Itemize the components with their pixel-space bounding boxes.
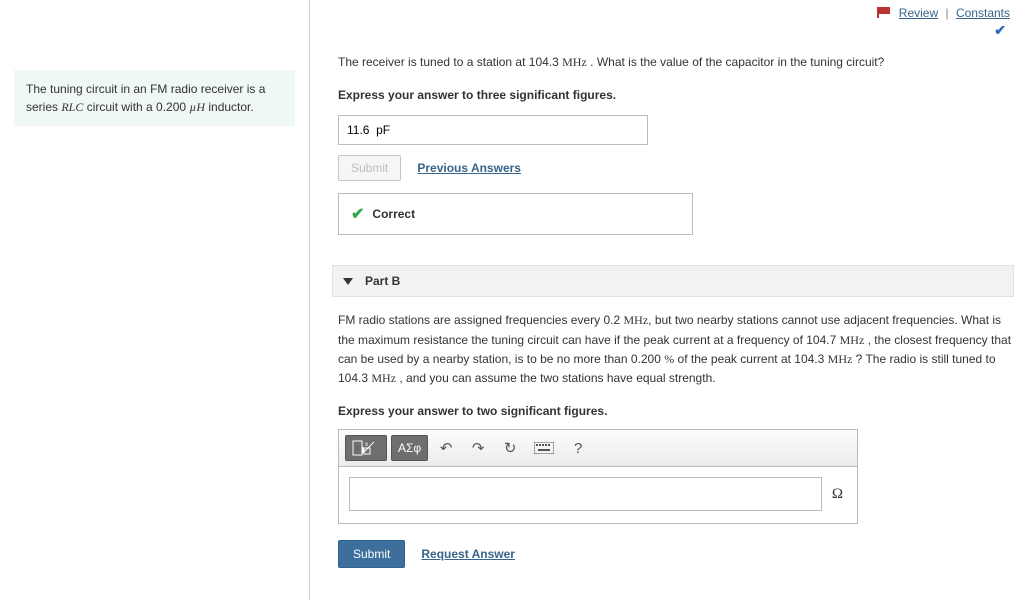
feedback-box: ✔ Correct [338,193,693,235]
partB-q6: , and you can assume the two stations ha… [396,371,716,385]
mhz3: MHz [828,352,853,366]
pct: % [664,352,674,366]
partB-title: Part B [365,274,400,288]
review-link[interactable]: Review [899,6,938,20]
feedback-text: Correct [372,207,415,221]
submit-button-disabled: Submit [338,155,401,181]
separator: | [946,6,949,20]
intro-b: circuit with a 0.200 [83,100,189,114]
help-icon[interactable]: ? [564,435,592,461]
intro-rlc: RLC [61,100,83,114]
mhz2: MHz [840,333,865,347]
intro-text: The tuning circuit in an FM radio receiv… [14,70,295,126]
partA-mhz: MHz [562,55,587,69]
partB-button-row: Submit Request Answer [338,540,1014,568]
redo-icon[interactable]: ↷ [464,435,492,461]
undo-icon[interactable]: ↶ [432,435,460,461]
reset-icon[interactable]: ↻ [496,435,524,461]
previous-answers-link[interactable]: Previous Answers [417,161,521,175]
partB-instruction: Express your answer to two significant f… [338,402,1014,421]
request-answer-link[interactable]: Request Answer [421,547,515,561]
equation-body: Ω [339,467,857,523]
partB-answer-input[interactable] [349,477,822,511]
equation-toolbar: x ΑΣφ ↶ ↷ ↻ ? [339,430,857,467]
unit-ohm: Ω [832,486,847,503]
check-icon: ✔ [994,22,1006,38]
partA-button-row: Submit Previous Answers [338,155,1014,181]
submit-button[interactable]: Submit [338,540,405,568]
partB-question: FM radio stations are assigned frequenci… [338,311,1014,388]
mhz1: MHz [623,313,648,327]
top-bar: Review | Constants [338,0,1014,22]
equation-editor: x ΑΣφ ↶ ↷ ↻ ? Ω [338,429,858,524]
intro-unit: µH [189,100,205,114]
check-icon: ✔ [351,204,364,224]
problem-intro-panel: The tuning circuit in an FM radio receiv… [0,0,310,600]
partB-q1: FM radio stations are assigned frequenci… [338,313,623,327]
constants-link[interactable]: Constants [956,6,1010,20]
svg-text:x: x [365,442,368,448]
keyboard-icon[interactable] [528,435,560,461]
partA-answer-input[interactable] [338,115,648,145]
partA-instruction: Express your answer to three significant… [338,86,1014,105]
chevron-down-icon [343,278,353,285]
greek-tool-button[interactable]: ΑΣφ [391,435,428,461]
flag-icon[interactable] [877,7,891,18]
question-panel: Review | Constants ✔ The receiver is tun… [310,0,1024,600]
partA-q1: The receiver is tuned to a station at 10… [338,55,562,69]
partA-q2: . What is the value of the capacitor in … [587,55,885,69]
partA-question: The receiver is tuned to a station at 10… [338,53,1014,72]
partB-header[interactable]: Part B [332,265,1014,297]
partB-q4: of the peak current at 104.3 [674,352,827,366]
intro-c: inductor. [205,100,254,114]
status-row: ✔ [338,22,1014,39]
mhz4: MHz [371,371,396,385]
template-tool-button[interactable]: x [345,435,387,461]
